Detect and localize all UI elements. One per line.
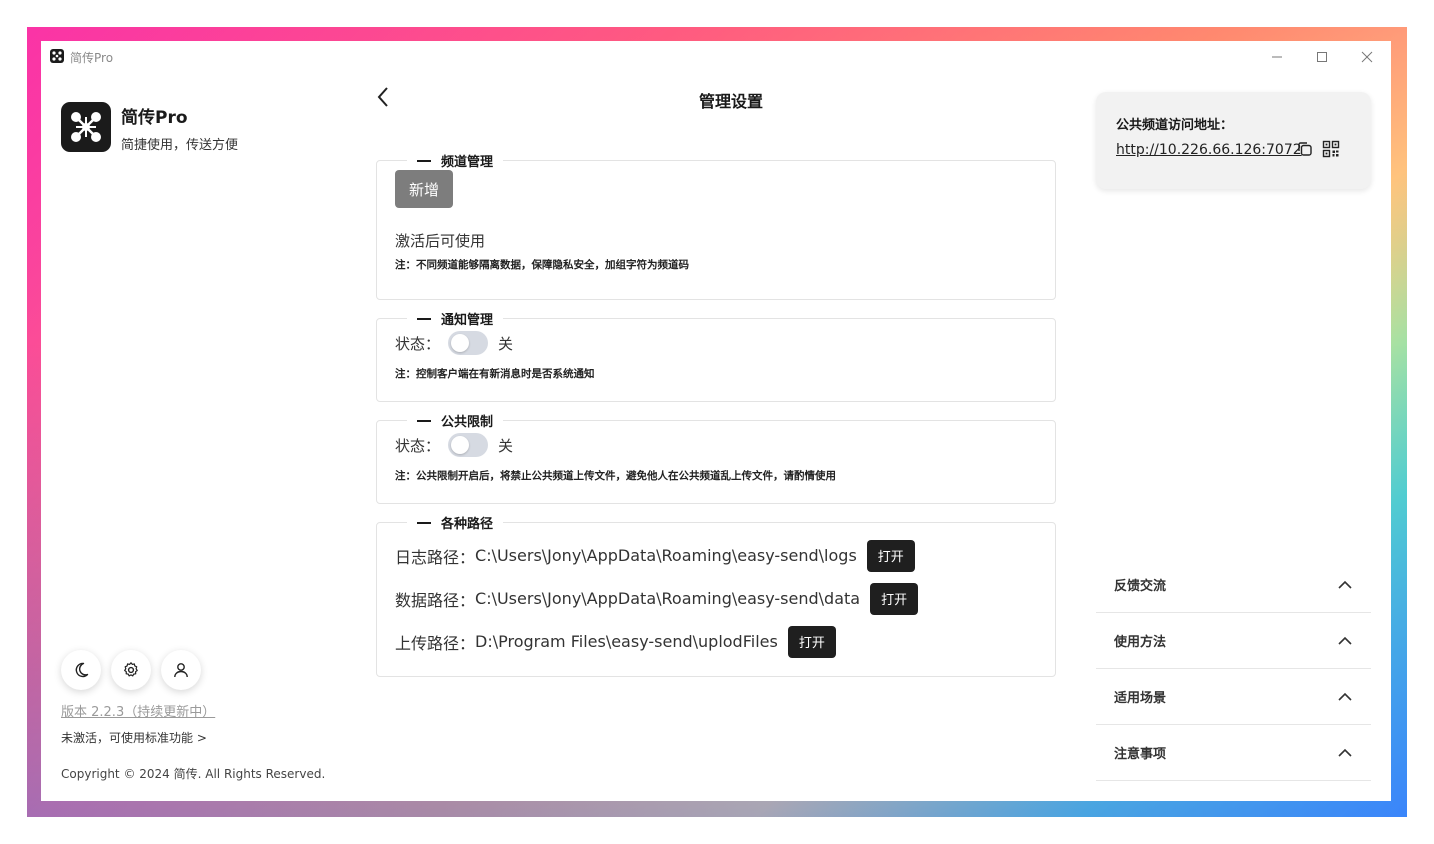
section-title: 公共限制: [441, 415, 494, 430]
dark-mode-button[interactable]: [61, 650, 101, 690]
accordion-notes[interactable]: 注意事项: [1096, 725, 1371, 781]
status-label: 状态：: [395, 436, 441, 455]
paths-section: 各种路径 日志路径： C:\Users\Jony\AppData\Roaming…: [376, 513, 1056, 677]
accordion-scenarios[interactable]: 适用场景: [1096, 669, 1371, 725]
public-limit-note: 注：公共限制开启后，将禁止公共频道上传文件，避免他人在公共频道乱上传文件，请酌情…: [395, 470, 836, 482]
chevron-up-icon: [1337, 633, 1353, 649]
chevron-up-icon: [1337, 689, 1353, 705]
public-address-label: 公共频道访问地址：: [1116, 118, 1234, 133]
public-limit-section: 公共限制 状态： 关 注：公共限制开启后，将禁止公共频道上传文件，避免他人在公共…: [376, 411, 1056, 504]
toggle-state-text: 关: [498, 436, 514, 455]
copy-icon[interactable]: [1296, 140, 1314, 158]
notification-toggle[interactable]: [448, 331, 489, 355]
path-label: 日志路径：: [395, 547, 476, 567]
section-legend: 通知管理: [407, 309, 503, 328]
app-slogan: 简捷使用，传送方便: [121, 138, 239, 153]
upload-path-row: 上传路径： D:\Program Files\easy-send\uplodFi…: [395, 620, 1037, 663]
notification-management-section: 通知管理 状态： 关 注：控制客户端在有新消息时是否系统通知: [376, 309, 1056, 402]
chevron-up-icon: [1337, 577, 1353, 593]
maximize-button[interactable]: [1305, 45, 1339, 69]
section-legend: 各种路径: [407, 513, 503, 532]
title-bar: 简传Pro: [41, 41, 1391, 73]
activation-hint: 激活后可使用: [395, 232, 486, 250]
user-icon: [174, 663, 188, 678]
minimize-button[interactable]: [1260, 45, 1294, 69]
close-button[interactable]: [1350, 45, 1384, 69]
section-legend: 频道管理: [407, 151, 503, 170]
close-icon: [1361, 51, 1373, 63]
chevron-up-icon: [1337, 745, 1353, 761]
page-title: 管理设置: [698, 92, 763, 111]
toggle-knob: [451, 436, 470, 454]
accordion-label: 反馈交流: [1114, 579, 1167, 594]
notify-note: 注：控制客户端在有新消息时是否系统通知: [395, 368, 595, 380]
channel-note: 注：不同频道能够隔离数据，保障隐私安全，加组字符为频道码: [395, 259, 689, 271]
copyright-text: Copyright © 2024 简传. All Rights Reserved…: [61, 767, 326, 781]
window-title: 简传Pro: [70, 51, 114, 65]
maximize-icon: [1317, 52, 1327, 62]
chevron-left-icon: [377, 87, 388, 107]
accordion-label: 使用方法: [1114, 635, 1167, 650]
open-log-path-button[interactable]: 打开: [866, 539, 915, 572]
minimize-icon: [1272, 56, 1282, 58]
log-path-row: 日志路径： C:\Users\Jony\AppData\Roaming\easy…: [395, 534, 1037, 577]
section-title: 通知管理: [441, 313, 494, 328]
moon-icon: [75, 662, 89, 678]
app-logo-small-icon: [50, 49, 64, 63]
path-value: D:\Program Files\easy-send\uplodFiles: [475, 632, 778, 651]
app-logo-icon: [61, 102, 111, 152]
version-link[interactable]: 版本 2.2.3（持续更新中）: [61, 701, 215, 720]
user-button[interactable]: [161, 650, 201, 690]
settings-button[interactable]: [111, 650, 151, 690]
accordion-label: 注意事项: [1114, 747, 1167, 762]
open-data-path-button[interactable]: 打开: [870, 582, 919, 615]
accordion-label: 适用场景: [1114, 691, 1167, 706]
toggle-knob: [451, 334, 470, 352]
path-value: C:\Users\Jony\AppData\Roaming\easy-send\…: [475, 546, 857, 565]
app-window: 简传Pro 简传Pro 简捷使用，传送方便 版本 2.2.3（持续更新中） 未激…: [41, 41, 1391, 801]
accordion-usage[interactable]: 使用方法: [1096, 613, 1371, 669]
qr-code-icon[interactable]: [1322, 140, 1340, 158]
data-path-row: 数据路径： C:\Users\Jony\AppData\Roaming\easy…: [395, 577, 1037, 620]
public-limit-toggle[interactable]: [448, 433, 489, 457]
activation-link[interactable]: 未激活，可使用标准功能 >: [61, 729, 207, 746]
public-address-link[interactable]: http://10.226.66.126:7072: [1116, 142, 1302, 158]
toggle-state-text: 关: [498, 334, 514, 353]
status-label: 状态：: [395, 334, 441, 353]
section-title: 各种路径: [441, 517, 494, 532]
accordion-feedback[interactable]: 反馈交流: [1096, 557, 1371, 613]
section-legend: 公共限制: [407, 411, 503, 430]
add-channel-button[interactable]: 新增: [395, 170, 453, 208]
path-label: 上传路径：: [395, 633, 476, 653]
back-button[interactable]: [371, 83, 395, 111]
app-name: 简传Pro: [121, 108, 188, 128]
path-value: C:\Users\Jony\AppData\Roaming\easy-send\…: [475, 589, 861, 608]
public-address-card: 公共频道访问地址： http://10.226.66.126:7072: [1096, 92, 1371, 189]
open-upload-path-button[interactable]: 打开: [787, 625, 836, 658]
channel-management-section: 频道管理 新增 激活后可使用 注：不同频道能够隔离数据，保障隐私安全，加组字符为…: [376, 151, 1056, 300]
gear-icon: [124, 662, 138, 677]
path-label: 数据路径：: [395, 590, 476, 610]
accordion-list: 反馈交流 使用方法 适用场景 注意事项: [1096, 557, 1371, 781]
section-title: 频道管理: [441, 155, 494, 170]
